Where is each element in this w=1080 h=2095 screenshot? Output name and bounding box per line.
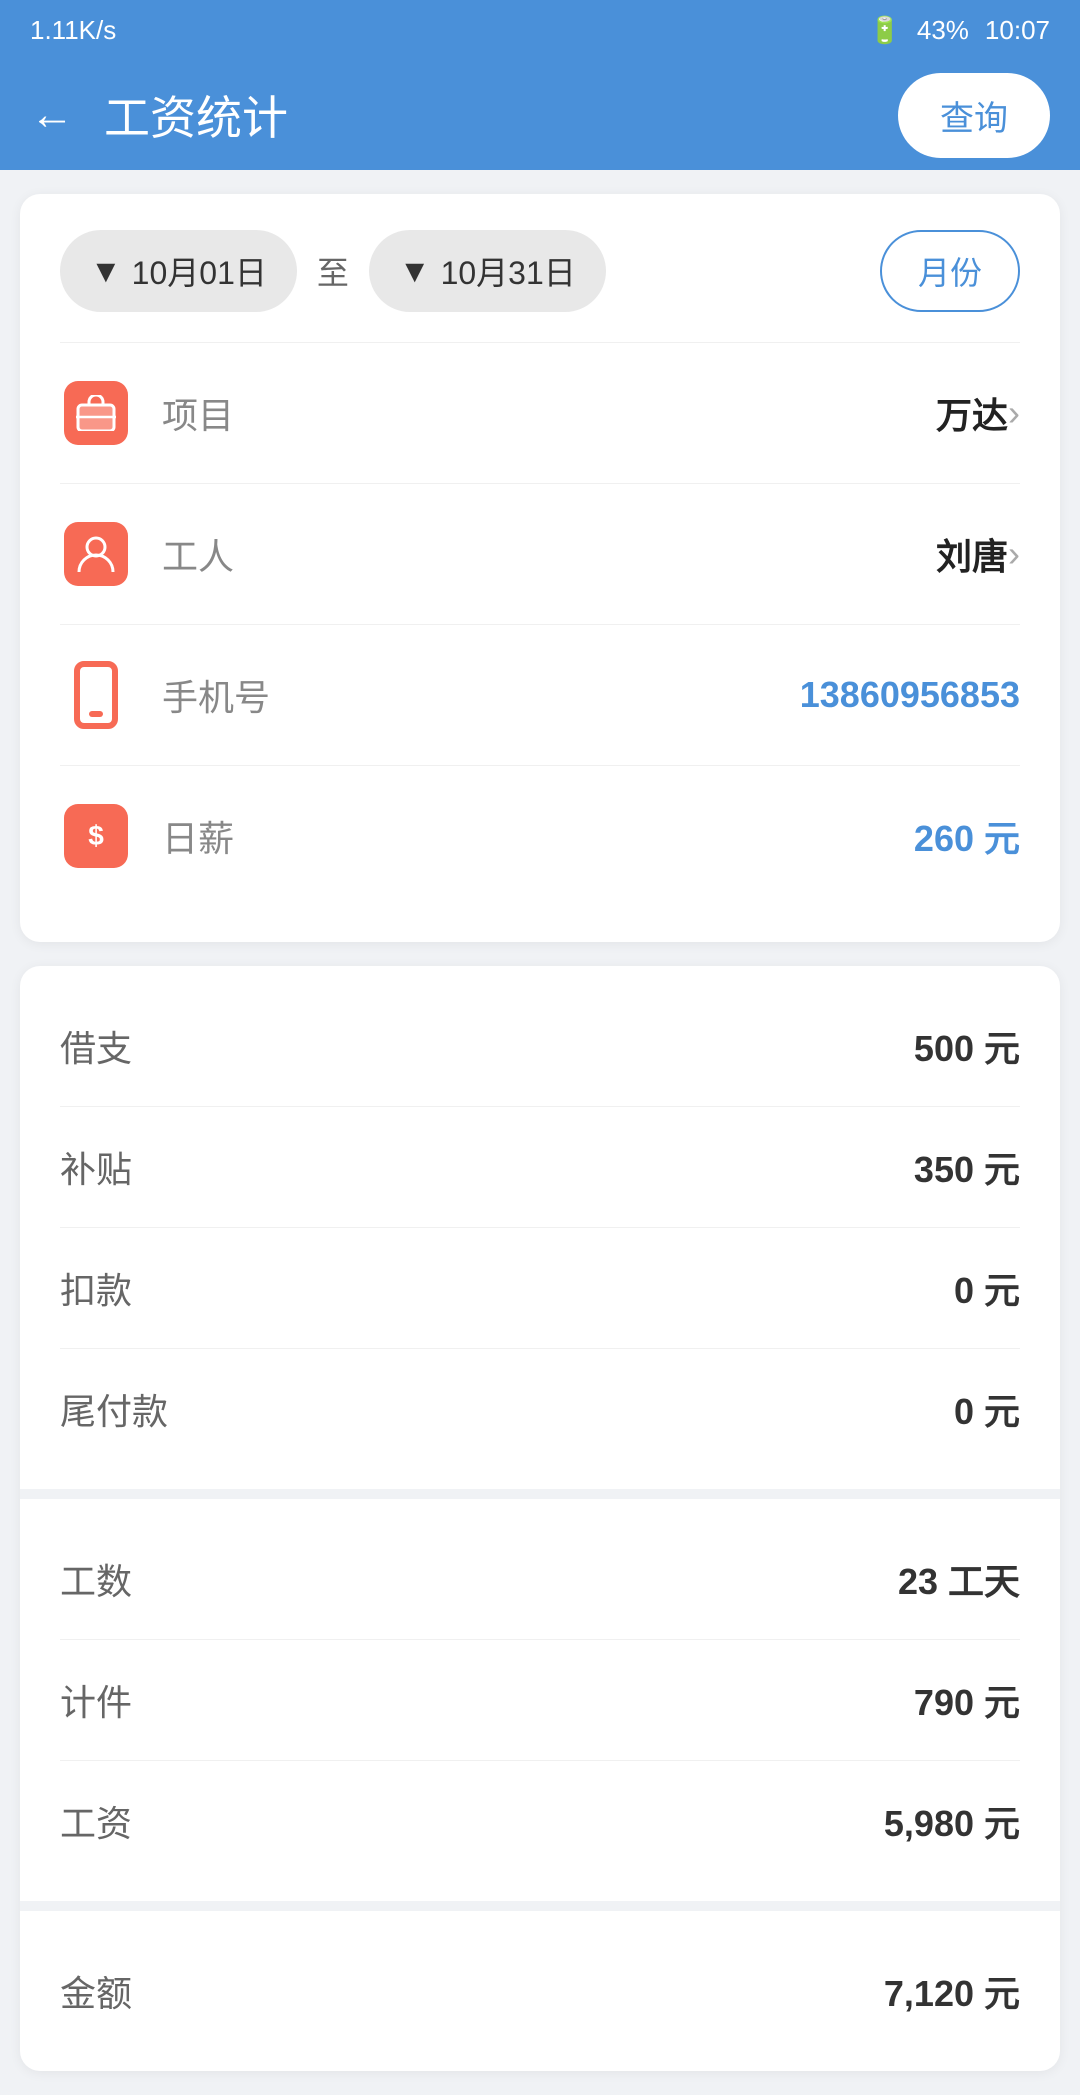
person-icon — [60, 518, 132, 590]
chevron-right-icon: › — [1008, 392, 1020, 434]
subsidy-row: 补贴 350 元 — [60, 1107, 1020, 1228]
workdays-row: 工数 23 工天 — [60, 1519, 1020, 1640]
back-button[interactable]: ← — [30, 93, 74, 137]
date-separator: 至 — [317, 248, 349, 294]
loan-label: 借支 — [60, 1020, 132, 1072]
month-button[interactable]: 月份 — [880, 230, 1020, 312]
end-date-label: 10月31日 — [441, 248, 576, 294]
start-date-picker[interactable]: ▼ 10月01日 — [60, 230, 297, 312]
subsidy-label: 补贴 — [60, 1141, 132, 1193]
wage-value: 5,980 元 — [884, 1795, 1020, 1847]
loan-row: 借支 500 元 — [60, 986, 1020, 1107]
amount-value: 7,120 元 — [884, 1965, 1020, 2017]
wage-row: 工资 5,980 元 — [60, 1761, 1020, 1881]
start-date-label: 10月01日 — [132, 248, 267, 294]
stats-section-3: 金额 7,120 元 — [20, 1901, 1060, 2071]
daily-wage-value: 260 元 — [914, 810, 1020, 862]
money-icon: $ — [60, 800, 132, 872]
query-button[interactable]: 查询 — [898, 73, 1050, 158]
worker-row[interactable]: 工人 刘唐 › — [60, 483, 1020, 624]
project-value: 万达 — [936, 387, 1008, 439]
worker-value: 刘唐 — [936, 528, 1008, 580]
stats-section-2: 工数 23 工天 计件 790 元 工资 5,980 元 — [20, 1489, 1060, 1901]
daily-wage-row: $ 日薪 260 元 — [60, 765, 1020, 906]
phone-row: 手机号 13860956853 — [60, 624, 1020, 765]
tail-payment-row: 尾付款 0 元 — [60, 1349, 1020, 1469]
piecework-row: 计件 790 元 — [60, 1640, 1020, 1761]
piecework-value: 790 元 — [914, 1674, 1020, 1726]
project-label: 项目 — [162, 387, 936, 439]
workdays-label: 工数 — [60, 1553, 132, 1605]
battery-icon: 🔋 — [869, 15, 901, 46]
wage-label: 工资 — [60, 1795, 132, 1847]
end-date-picker[interactable]: ▼ 10月31日 — [369, 230, 606, 312]
deduction-value: 0 元 — [954, 1262, 1020, 1314]
clock: 10:07 — [985, 15, 1050, 46]
briefcase-icon — [60, 377, 132, 449]
battery-percent: 43% — [917, 15, 969, 46]
subsidy-value: 350 元 — [914, 1141, 1020, 1193]
status-bar: 1.11K/s 🔋 43% 10:07 — [0, 0, 1080, 60]
loan-value: 500 元 — [914, 1020, 1020, 1072]
network-speed: 1.11K/s — [30, 15, 116, 46]
worker-label: 工人 — [162, 528, 936, 580]
amount-row: 金额 7,120 元 — [60, 1931, 1020, 2051]
piecework-label: 计件 — [60, 1674, 132, 1726]
chevron-down-icon: ▼ — [90, 253, 122, 290]
phone-value: 13860956853 — [800, 674, 1020, 716]
project-row[interactable]: 项目 万达 › — [60, 342, 1020, 483]
tail-payment-label: 尾付款 — [60, 1383, 168, 1435]
amount-label: 金额 — [60, 1965, 132, 2017]
stats-section-1: 借支 500 元 补贴 350 元 扣款 0 元 尾付款 0 元 — [20, 966, 1060, 1489]
workdays-value: 23 工天 — [898, 1553, 1020, 1605]
phone-label: 手机号 — [162, 669, 800, 721]
deduction-row: 扣款 0 元 — [60, 1228, 1020, 1349]
phone-icon — [60, 659, 132, 731]
app-header: ← 工资统计 查询 — [0, 60, 1080, 170]
chevron-down-icon: ▼ — [399, 253, 431, 290]
date-filter-row: ▼ 10月01日 至 ▼ 10月31日 月份 — [60, 230, 1020, 312]
deduction-label: 扣款 — [60, 1262, 132, 1314]
info-card: ▼ 10月01日 至 ▼ 10月31日 月份 项目 万达 › — [20, 194, 1060, 942]
tail-payment-value: 0 元 — [954, 1383, 1020, 1435]
daily-wage-label: 日薪 — [162, 810, 914, 862]
stats-card: 借支 500 元 补贴 350 元 扣款 0 元 尾付款 0 元 工数 23 工… — [20, 966, 1060, 2071]
chevron-right-icon: › — [1008, 533, 1020, 575]
page-title: 工资统计 — [104, 82, 898, 148]
